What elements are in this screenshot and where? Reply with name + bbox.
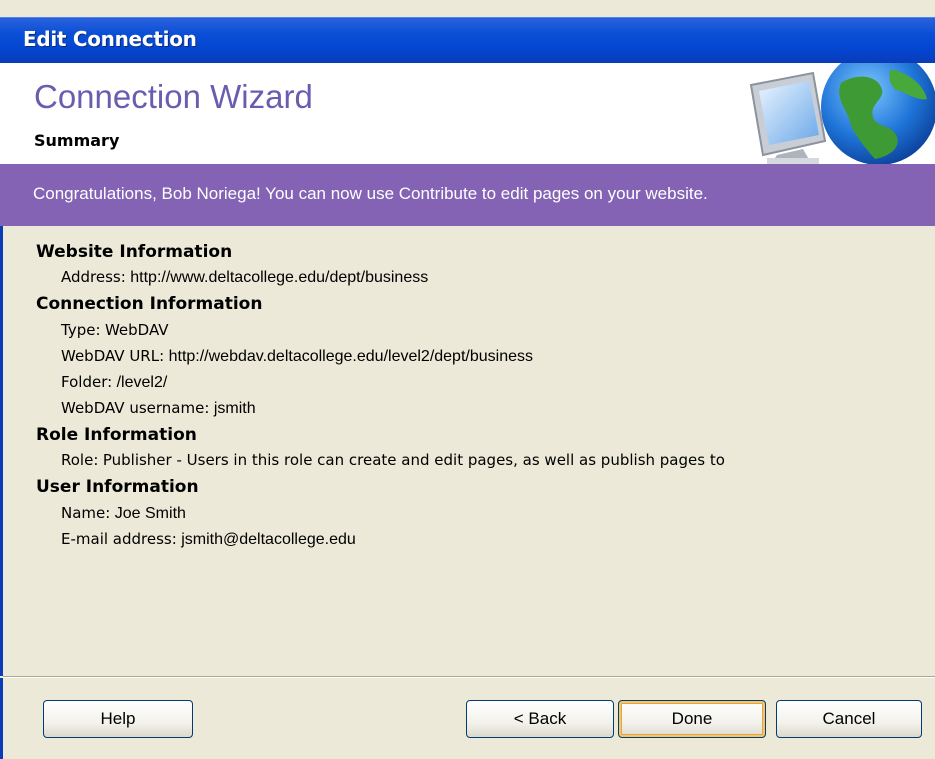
- webdav-username-label: WebDAV username:: [61, 399, 210, 417]
- done-button[interactable]: Done: [618, 700, 766, 738]
- type-label: Type:: [61, 321, 101, 339]
- email-value: jsmith@deltacollege.edu: [181, 531, 356, 548]
- folder-value: /level2/: [116, 374, 168, 391]
- type-row: Type: WebDAV: [61, 321, 169, 340]
- address-value: http://www.deltacollege.edu/dept/busines…: [130, 269, 429, 286]
- type-value: WebDAV: [104, 321, 169, 339]
- wizard-title: Connection Wizard: [34, 78, 313, 115]
- user-information-heading: User Information: [36, 477, 199, 497]
- role-information-heading: Role Information: [36, 425, 197, 445]
- title-bar[interactable]: Edit Connection: [0, 17, 935, 63]
- role-value: Publisher - Users in this role can creat…: [102, 451, 725, 469]
- webdav-username-value: jsmith: [213, 400, 256, 417]
- website-information-heading: Website Information: [36, 242, 233, 262]
- name-value: Joe Smith: [114, 505, 186, 522]
- webdav-url-label: WebDAV URL:: [61, 347, 165, 365]
- webdav-url-value: http://webdav.deltacollege.edu/level2/de…: [168, 348, 533, 365]
- folder-row: Folder: /level2/: [61, 373, 167, 392]
- webdav-username-row: WebDAV username: jsmith: [61, 399, 256, 418]
- help-button[interactable]: Help: [43, 700, 193, 738]
- name-row: Name: Joe Smith: [61, 504, 186, 523]
- edit-connection-dialog: Edit Connection Connection Wizard Summar…: [0, 0, 935, 759]
- banner-message: Congratulations, Bob Noriega! You can no…: [33, 184, 708, 203]
- button-bar: Help < Back Done Cancel: [0, 678, 935, 759]
- email-label: E-mail address:: [61, 530, 177, 548]
- folder-label: Folder:: [61, 373, 113, 391]
- name-label: Name:: [61, 504, 111, 522]
- summary-panel: Website Information Address: http://www.…: [0, 226, 935, 676]
- webdav-url-row: WebDAV URL: http://webdav.deltacollege.e…: [61, 347, 533, 366]
- wizard-step-subtitle: Summary: [34, 131, 120, 150]
- window-title: Edit Connection: [23, 27, 197, 51]
- address-label: Address:: [61, 268, 126, 286]
- back-button[interactable]: < Back: [466, 700, 614, 738]
- congratulations-banner: Congratulations, Bob Noriega! You can no…: [0, 164, 935, 226]
- monitor-globe-icon: [749, 63, 935, 164]
- connection-information-heading: Connection Information: [36, 294, 263, 314]
- address-row: Address: http://www.deltacollege.edu/dep…: [61, 268, 428, 287]
- cancel-button[interactable]: Cancel: [776, 700, 922, 738]
- wizard-header: Connection Wizard Summary: [0, 63, 935, 164]
- email-row: E-mail address: jsmith@deltacollege.edu: [61, 530, 356, 549]
- role-label: Role:: [61, 451, 99, 469]
- role-row: Role: Publisher - Users in this role can…: [61, 451, 725, 470]
